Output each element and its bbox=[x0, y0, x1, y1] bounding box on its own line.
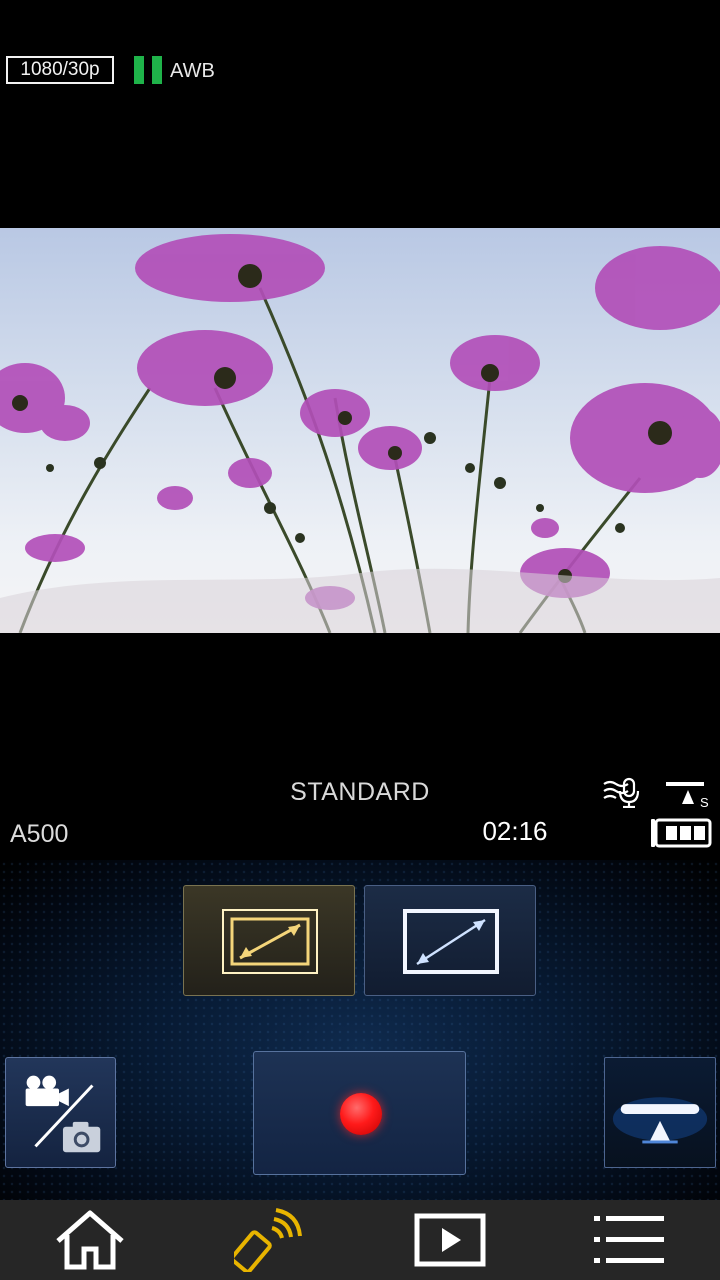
battery-icon bbox=[651, 818, 712, 848]
nav-home-button[interactable] bbox=[0, 1200, 180, 1280]
remaining-time: 02:16 bbox=[482, 816, 548, 846]
video-photo-switch-button[interactable] bbox=[5, 1057, 116, 1168]
zoom-lever-button[interactable] bbox=[604, 1057, 716, 1168]
cosmos-flower-photo bbox=[0, 234, 720, 633]
aspect-wide-icon bbox=[222, 909, 318, 974]
wind-cut-mic-icon bbox=[603, 777, 640, 808]
aspect-blue-button[interactable] bbox=[364, 885, 536, 996]
record-icon bbox=[340, 1093, 382, 1135]
video-photo-switch-icon bbox=[25, 1075, 101, 1153]
live-view-image[interactable] bbox=[0, 228, 720, 633]
wifi-remote-icon bbox=[234, 1208, 302, 1272]
nav-menu-button[interactable] bbox=[540, 1200, 720, 1280]
nav-wifi-button[interactable] bbox=[180, 1200, 360, 1280]
top-status-bar bbox=[0, 0, 720, 228]
aspect-gold-button[interactable] bbox=[183, 885, 355, 996]
scene-mode-label: STANDARD bbox=[290, 778, 430, 806]
play-icon bbox=[414, 1213, 486, 1267]
home-icon bbox=[56, 1210, 124, 1270]
nav-playback-button[interactable] bbox=[360, 1200, 540, 1280]
zoom-lever-icon bbox=[612, 1097, 708, 1144]
audio-level-icon bbox=[134, 56, 162, 84]
camera-model-label: A500 bbox=[10, 820, 69, 848]
aspect-wide-icon bbox=[403, 909, 499, 974]
bottom-nav bbox=[0, 1200, 720, 1280]
svg-text:S: S bbox=[700, 795, 709, 808]
tele-macro-icon: S bbox=[666, 782, 709, 808]
resolution-badge: 1080/30p bbox=[6, 56, 114, 84]
white-balance-label: AWB bbox=[170, 60, 215, 82]
record-button[interactable] bbox=[253, 1051, 466, 1175]
menu-icon bbox=[594, 1216, 664, 1263]
